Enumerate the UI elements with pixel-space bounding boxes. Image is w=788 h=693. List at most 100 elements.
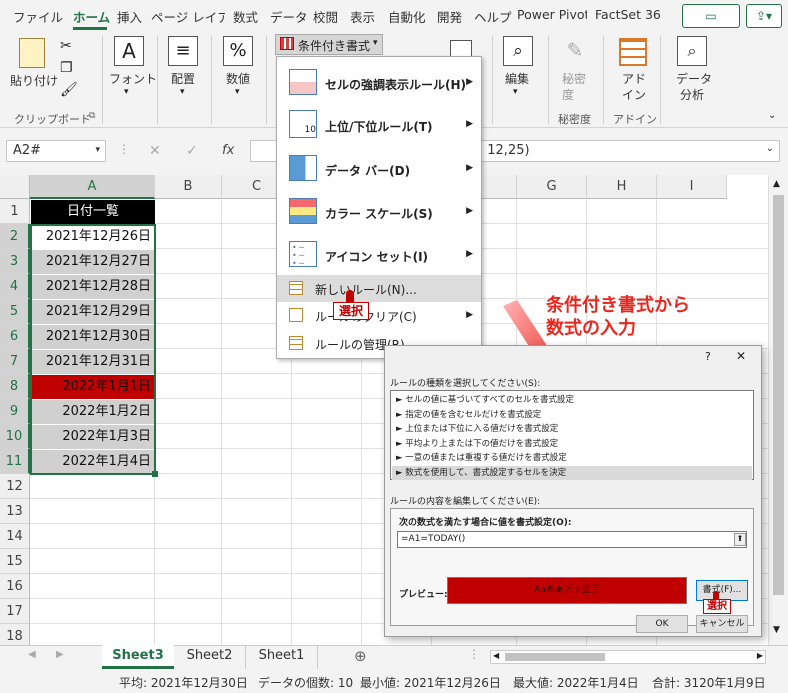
close-icon[interactable]: ✕ — [736, 349, 746, 363]
font-label[interactable]: フォント — [109, 70, 157, 87]
paste-icon[interactable] — [19, 38, 45, 68]
data-analysis-label-2[interactable]: 分析 — [680, 86, 704, 103]
copy-icon[interactable]: ❐ — [60, 60, 73, 76]
row-header[interactable]: 9 — [0, 399, 30, 424]
tab-developer[interactable]: 開発 — [437, 7, 462, 26]
tab-factset[interactable]: FactSet 36 — [595, 7, 661, 22]
comments-button[interactable]: ▭ — [682, 4, 740, 28]
row-header[interactable]: 10 — [0, 424, 30, 449]
tab-help[interactable]: ヘルプ — [474, 7, 512, 26]
column-header[interactable]: A — [30, 175, 155, 199]
rule-type-item[interactable]: ► セルの値に基づいてすべてのセルを書式設定 — [392, 393, 752, 407]
cut-icon[interactable]: ✂ — [60, 38, 72, 54]
addins-icon[interactable] — [619, 38, 647, 66]
select-all-corner[interactable] — [0, 175, 30, 199]
row-header[interactable]: 4 — [0, 274, 30, 299]
date-cell[interactable]: 2021年12月30日 — [31, 325, 155, 349]
chevron-down-icon[interactable]: ▾ — [180, 87, 185, 97]
row-header[interactable]: 16 — [0, 574, 30, 599]
sheet-tab-sheet2[interactable]: Sheet2 — [174, 645, 246, 669]
tab-power-pivot[interactable]: Power Pivot — [517, 7, 587, 22]
date-cell[interactable]: 2022年1月3日 — [31, 425, 155, 449]
addins-label-1[interactable]: アド — [622, 70, 646, 87]
tab-review[interactable]: 校閲 — [313, 7, 338, 26]
scroll-right-icon[interactable]: ▶ — [757, 651, 763, 660]
menu-item-new-rule[interactable]: 新しいルール(N)... — [277, 276, 481, 302]
percent-icon[interactable]: % — [223, 36, 253, 66]
date-cell[interactable]: 2022年1月1日 — [31, 375, 155, 399]
row-header[interactable]: 15 — [0, 549, 30, 574]
conditional-format-button[interactable]: 条件付き書式 ▾ — [275, 34, 383, 55]
scroll-up-icon[interactable]: ▲ — [773, 179, 780, 189]
tab-view[interactable]: 表示 — [350, 7, 375, 26]
menu-item-clear-rules[interactable]: ルールのクリア(C) ▶ — [277, 302, 481, 330]
alignment-icon[interactable]: ≡ — [168, 36, 198, 66]
menu-item-highlight-rules[interactable]: セルの強調表示ルール(H) ▶ — [277, 61, 481, 105]
menu-item-color-scales[interactable]: カラー スケール(S) ▶ — [277, 190, 481, 234]
data-analysis-label-1[interactable]: データ — [676, 70, 712, 87]
chevron-down-icon[interactable]: ▾ — [124, 87, 129, 97]
chevron-down-icon[interactable]: ▾ — [235, 87, 240, 97]
tab-automate[interactable]: 自動化 — [388, 7, 426, 26]
rule-type-item[interactable]: ► 上位または下位に入る値だけを書式設定 — [392, 422, 752, 436]
edit-label[interactable]: 編集 — [505, 70, 529, 87]
horizontal-scrollbar[interactable]: ◀ ▶ — [490, 650, 766, 664]
chevron-down-icon[interactable]: ⌄ — [768, 110, 776, 121]
row-header[interactable]: 11 — [0, 449, 30, 474]
next-sheet-icon[interactable]: ▶ — [56, 649, 64, 660]
paste-label[interactable]: 貼り付け — [10, 72, 58, 89]
data-analysis-icon[interactable]: ⌕ — [677, 36, 707, 66]
addins-label-2[interactable]: イン — [622, 86, 646, 103]
date-cell[interactable]: 2021年12月31日 — [31, 350, 155, 374]
format-painter-icon[interactable]: 🖌 — [60, 82, 78, 98]
rule-type-item[interactable]: ► 一意の値または重複する値だけを書式設定 — [392, 451, 752, 465]
tab-formulas[interactable]: 数式 — [233, 7, 258, 26]
row-header[interactable]: 3 — [0, 249, 30, 274]
menu-item-top-bottom-rules[interactable]: 10 上位/下位ルール(T) ▶ — [277, 104, 481, 148]
row-header[interactable]: 1 — [0, 199, 30, 224]
help-icon[interactable]: ? — [705, 350, 711, 363]
tab-data[interactable]: データ — [270, 7, 308, 26]
menu-item-icon-sets[interactable]: • ─ • ─ • ─ アイコン セット(I) ▶ — [277, 233, 481, 277]
rule-type-item[interactable]: ► 指定の値を含むセルだけを書式設定 — [392, 408, 752, 422]
row-header[interactable]: 5 — [0, 299, 30, 324]
row-header[interactable]: 2 — [0, 224, 30, 249]
row-header[interactable]: 14 — [0, 524, 30, 549]
row-header[interactable]: 13 — [0, 499, 30, 524]
formula-condition-input[interactable]: =A1=TODAY() — [397, 531, 747, 548]
row-header[interactable]: 12 — [0, 474, 30, 499]
date-cell[interactable]: 2021年12月28日 — [31, 275, 155, 299]
cell-header[interactable]: 日付一覧 — [31, 200, 155, 224]
tab-home[interactable]: ホーム — [73, 7, 110, 26]
vertical-scrollbar[interactable]: ▲ ▼ — [768, 175, 788, 645]
number-label[interactable]: 数値 — [226, 70, 250, 87]
prev-sheet-icon[interactable]: ◀ — [28, 649, 36, 660]
row-header[interactable]: 7 — [0, 349, 30, 374]
rule-type-list[interactable]: ► セルの値に基づいてすべてのセルを書式設定 ► 指定の値を含むセルだけを書式設定… — [390, 390, 754, 480]
column-header[interactable]: I — [657, 175, 727, 199]
tab-page-layout[interactable]: ページ レイアウト — [151, 7, 225, 26]
cancel-button[interactable]: キャンセル — [696, 615, 748, 633]
sheet-tab-sheet3[interactable]: Sheet3 — [102, 645, 174, 669]
date-cell[interactable]: 2021年12月29日 — [31, 300, 155, 324]
collapse-icon[interactable]: ⬆ — [734, 533, 746, 546]
scroll-thumb[interactable] — [505, 653, 605, 661]
date-cell[interactable]: 2021年12月27日 — [31, 250, 155, 274]
sheet-tab-sheet1[interactable]: Sheet1 — [246, 645, 318, 669]
date-cell[interactable]: 2022年1月4日 — [31, 450, 155, 474]
tab-file[interactable]: ファイル — [13, 7, 63, 26]
scroll-thumb[interactable] — [773, 195, 784, 595]
alignment-label[interactable]: 配置 — [171, 70, 195, 87]
date-cell[interactable]: 2021年12月26日 — [31, 225, 155, 249]
format-button[interactable]: 書式(F)... — [696, 580, 748, 601]
column-header[interactable]: G — [517, 175, 587, 199]
rule-type-item[interactable]: ► 平均より上または下の値だけを書式設定 — [392, 437, 752, 451]
dialog-launcher-icon[interactable]: ⧉ — [89, 111, 95, 121]
column-header[interactable]: H — [587, 175, 657, 199]
cancel-icon[interactable]: ✕ — [149, 143, 161, 159]
tab-insert[interactable]: 挿入 — [117, 7, 142, 26]
search-icon[interactable]: ⌕ — [503, 36, 533, 66]
ok-button[interactable]: OK — [636, 615, 688, 633]
scroll-left-icon[interactable]: ◀ — [493, 651, 499, 660]
share-button[interactable]: ⇪▾ — [746, 4, 782, 28]
